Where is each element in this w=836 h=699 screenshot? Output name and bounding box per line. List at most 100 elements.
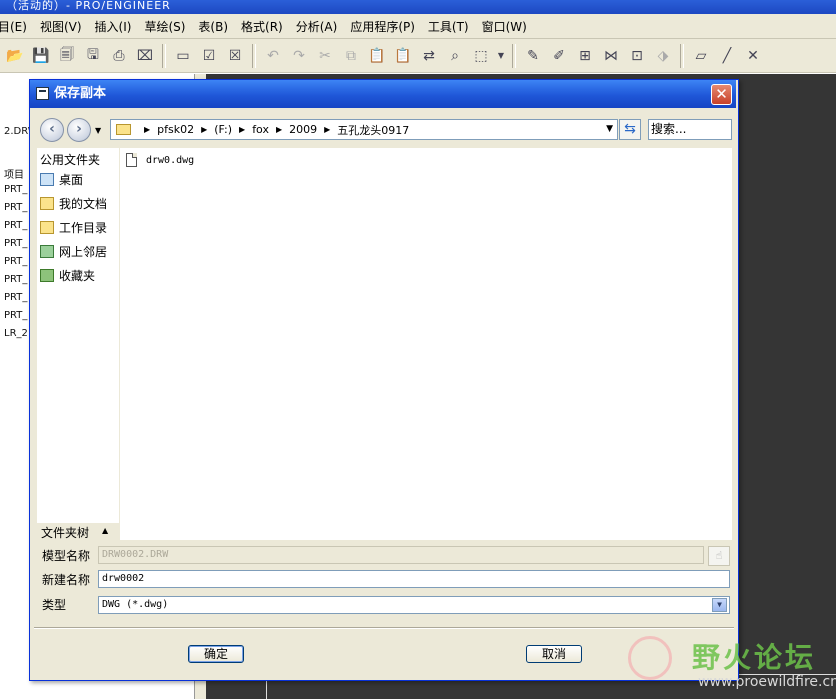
backup-icon[interactable]: 🖫	[82, 45, 104, 67]
place-label: 工作目录	[59, 221, 108, 235]
menu-sketch[interactable]: 草绘(S)	[140, 18, 194, 35]
tree-item[interactable]: PRT_	[4, 184, 27, 195]
chevron-right-icon[interactable]: ▶	[276, 125, 282, 134]
chevron-down-icon[interactable]: ▼	[712, 598, 727, 612]
file-icon	[126, 153, 137, 167]
breadcrumb-item[interactable]: 五孔龙头0917	[337, 122, 409, 138]
forward-button[interactable]: ›	[67, 118, 91, 142]
window-icon	[36, 87, 49, 100]
menu-analysis[interactable]: 分析(A)	[292, 18, 347, 35]
open-icon[interactable]: 📂	[4, 45, 26, 67]
toolbar-separator	[252, 43, 256, 68]
window-icon[interactable]: ▭	[172, 45, 194, 67]
save-icon[interactable]: 💾	[30, 45, 52, 67]
save-copy-dialog: 保存副本 ✕ ‹ › ▼ ▶ pfsk02 ▶ (F:) ▶ fox ▶ 200…	[29, 79, 739, 681]
chevron-down-icon[interactable]: ▼	[496, 45, 506, 67]
breadcrumb-item[interactable]: pfsk02	[157, 123, 194, 136]
place-my-documents[interactable]: 我的文档	[40, 195, 107, 212]
work-dir-icon	[40, 221, 54, 234]
file-item[interactable]: drw0.dwg	[126, 153, 194, 167]
zoom-icon[interactable]: ⊡	[626, 45, 648, 67]
chevron-down-icon[interactable]: ▼	[95, 126, 101, 135]
tree-item[interactable]: PRT_	[4, 238, 27, 249]
menu-tools[interactable]: 工具(T)	[424, 18, 478, 35]
chevron-right-icon[interactable]: ▶	[324, 125, 330, 134]
tree-item[interactable]: PRT_	[4, 202, 27, 213]
chevron-down-icon[interactable]: ▼	[606, 124, 613, 134]
type-label: 类型	[42, 598, 67, 612]
chevron-up-icon[interactable]: ▲	[102, 526, 108, 535]
folder-tree-toggle[interactable]: 文件夹树	[41, 524, 89, 541]
datum-axis-icon[interactable]: ╱	[716, 45, 738, 67]
redo-icon[interactable]: ↷	[288, 45, 310, 67]
tree-item[interactable]: PRT_	[4, 220, 27, 231]
close-button[interactable]: ✕	[711, 84, 732, 105]
chevron-right-icon[interactable]: ▶	[144, 125, 150, 134]
datum-csys-icon[interactable]: ✕	[742, 45, 764, 67]
cut-icon[interactable]: ✂	[314, 45, 336, 67]
menu-edit[interactable]: 目(E)	[0, 18, 36, 35]
chevron-right-icon[interactable]: ▶	[201, 125, 207, 134]
tree-item[interactable]: PRT_	[4, 310, 27, 321]
forum-watermark: 野火论坛 www.proewildfire.cn	[628, 634, 836, 699]
menu-applications[interactable]: 应用程序(P)	[346, 18, 424, 35]
pointer-icon: ☝	[708, 546, 730, 566]
paste-special-icon[interactable]: 📋	[392, 45, 414, 67]
place-favorites[interactable]: 收藏夹	[40, 267, 95, 284]
new-name-input[interactable]: drw0002	[98, 570, 730, 588]
datum-plane-icon[interactable]: ▱	[690, 45, 712, 67]
main-toolbar: 📂 💾 🗐 🖫 ⎙ ⌧ ▭ ☑ ☒ ↶ ↷ ✂ ⧉ 📋 📋 ⇄ ⌕ ⬚ ▼ ✎ …	[0, 39, 836, 73]
tree-item[interactable]: PRT_	[4, 256, 27, 267]
common-folders-title: 公用文件夹	[40, 153, 101, 167]
spin-icon[interactable]: ⬗	[652, 45, 674, 67]
select-box-icon[interactable]: ⬚	[470, 45, 492, 67]
tree-item[interactable]: 项目	[4, 166, 24, 181]
chevron-right-icon[interactable]: ▶	[239, 125, 245, 134]
close-window-icon[interactable]: ☒	[224, 45, 246, 67]
dialog-title-bar[interactable]: 保存副本 ✕	[30, 80, 736, 108]
documents-icon	[40, 197, 54, 210]
place-network[interactable]: 网上邻居	[40, 243, 107, 260]
print-icon[interactable]: ⎙	[108, 45, 130, 67]
tree-item[interactable]: PRT_	[4, 292, 27, 303]
draw-edit-icon[interactable]: ✎	[522, 45, 544, 67]
new-name-label: 新建名称	[42, 573, 91, 587]
menu-insert[interactable]: 插入(I)	[91, 18, 141, 35]
paste-icon[interactable]: 📋	[366, 45, 388, 67]
app-title-bar: （活动的）- PRO/ENGINEER	[0, 0, 836, 14]
save-copy-icon[interactable]: 🗐	[56, 45, 78, 67]
copy-icon[interactable]: ⧉	[340, 45, 362, 67]
datum-point-icon[interactable]: ⋈	[600, 45, 622, 67]
tree-item[interactable]: LR_2	[4, 328, 28, 339]
refresh-icon[interactable]: ⇆	[619, 119, 641, 140]
address-bar[interactable]: ▶ pfsk02 ▶ (F:) ▶ fox ▶ 2009 ▶ 五孔龙头0917 …	[110, 119, 618, 140]
breadcrumb-item[interactable]: fox	[252, 123, 269, 136]
activate-window-icon[interactable]: ☑	[198, 45, 220, 67]
model-name-label: 模型名称	[42, 549, 91, 563]
regenerate-icon[interactable]: ⇄	[418, 45, 440, 67]
menu-format[interactable]: 格式(R)	[237, 18, 292, 35]
find-icon[interactable]: ⌕	[444, 45, 466, 67]
undo-icon[interactable]: ↶	[262, 45, 284, 67]
type-value: DWG (*.dwg)	[102, 599, 169, 610]
sketch-icon[interactable]: ✐	[548, 45, 570, 67]
menu-table[interactable]: 表(B)	[194, 18, 237, 35]
watermark-url: www.proewildfire.cn	[698, 674, 836, 690]
cancel-button[interactable]: 取消	[526, 645, 582, 663]
tree-item[interactable]: PRT_	[4, 274, 27, 285]
search-input[interactable]: 搜索...	[648, 119, 732, 140]
breadcrumb-item[interactable]: 2009	[289, 123, 317, 136]
model-name-field: DRW0002.DRW	[98, 546, 704, 564]
type-select[interactable]: DWG (*.dwg) ▼	[98, 596, 730, 614]
ok-button[interactable]: 确定	[188, 645, 244, 663]
place-label: 收藏夹	[59, 269, 96, 283]
menu-window[interactable]: 窗口(W)	[478, 18, 536, 35]
file-list[interactable]: drw0.dwg	[120, 148, 732, 540]
breadcrumb-item[interactable]: (F:)	[214, 123, 232, 136]
back-button[interactable]: ‹	[40, 118, 64, 142]
place-desktop[interactable]: 桌面	[40, 171, 83, 188]
erase-icon[interactable]: ⌧	[134, 45, 156, 67]
table-icon[interactable]: ⊞	[574, 45, 596, 67]
place-working-directory[interactable]: 工作目录	[40, 219, 107, 236]
menu-view[interactable]: 视图(V)	[36, 18, 91, 35]
